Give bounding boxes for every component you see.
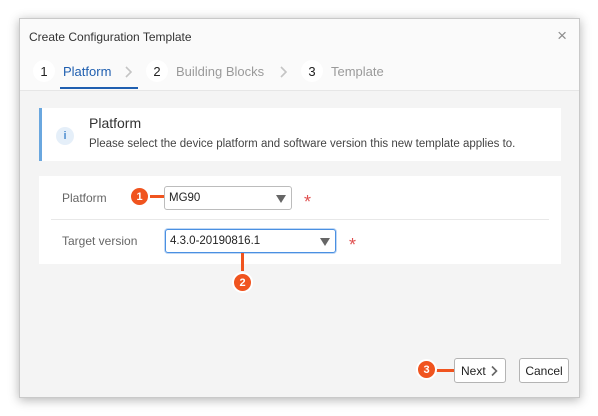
cancel-button[interactable]: Cancel bbox=[519, 358, 569, 383]
active-step-indicator bbox=[60, 87, 138, 89]
platform-select[interactable]: MG90 bbox=[164, 186, 292, 210]
step-platform[interactable]: 1 Platform bbox=[33, 58, 111, 84]
callout-badge: 1 bbox=[129, 186, 150, 207]
callout-leader bbox=[436, 369, 454, 372]
wizard-steps: 1 Platform 2 Building Blocks 3 Template bbox=[20, 55, 579, 91]
callout-badge: 3 bbox=[416, 359, 437, 380]
info-icon: i bbox=[56, 127, 74, 145]
callout-leader bbox=[241, 253, 244, 271]
create-template-dialog: Create Configuration Template × 1 Platfo… bbox=[19, 18, 580, 398]
next-button[interactable]: Next bbox=[454, 358, 506, 383]
step-template[interactable]: 3 Template bbox=[301, 58, 384, 84]
target-version-select[interactable]: 4.3.0-20190816.1 bbox=[165, 229, 336, 253]
target-version-select-value: 4.3.0-20190816.1 bbox=[170, 235, 261, 247]
chevron-right-icon bbox=[280, 66, 288, 78]
required-indicator: * bbox=[349, 235, 357, 255]
platform-select-value: MG90 bbox=[169, 192, 201, 204]
callout-badge: 2 bbox=[232, 272, 253, 293]
chevron-right-icon bbox=[491, 365, 498, 377]
target-version-label: Target version bbox=[62, 234, 138, 248]
dialog-title: Create Configuration Template bbox=[29, 30, 192, 44]
required-indicator: * bbox=[304, 192, 312, 212]
step-label: Platform bbox=[63, 63, 112, 79]
step-label: Template bbox=[331, 63, 384, 79]
step-number: 1 bbox=[33, 60, 55, 82]
cancel-button-label: Cancel bbox=[525, 363, 563, 378]
step-building-blocks[interactable]: 2 Building Blocks bbox=[146, 58, 264, 84]
step-number: 3 bbox=[301, 60, 323, 82]
info-panel: i Platform Please select the device plat… bbox=[39, 108, 561, 161]
callout-leader bbox=[150, 195, 164, 198]
step-number: 2 bbox=[146, 60, 168, 82]
info-title: Platform bbox=[89, 115, 142, 131]
platform-form: Platform MG90 * Target version 4.3.0-201… bbox=[39, 176, 561, 264]
next-button-label: Next bbox=[461, 363, 486, 378]
close-icon[interactable]: × bbox=[557, 27, 567, 44]
info-text: Please select the device platform and so… bbox=[89, 138, 516, 150]
dialog-titlebar: Create Configuration Template × bbox=[20, 19, 579, 55]
caret-down-icon bbox=[320, 238, 330, 246]
caret-down-icon bbox=[276, 195, 286, 203]
chevron-right-icon bbox=[125, 66, 133, 78]
step-label: Building Blocks bbox=[176, 63, 265, 79]
platform-label: Platform bbox=[62, 191, 107, 205]
divider bbox=[51, 219, 549, 220]
